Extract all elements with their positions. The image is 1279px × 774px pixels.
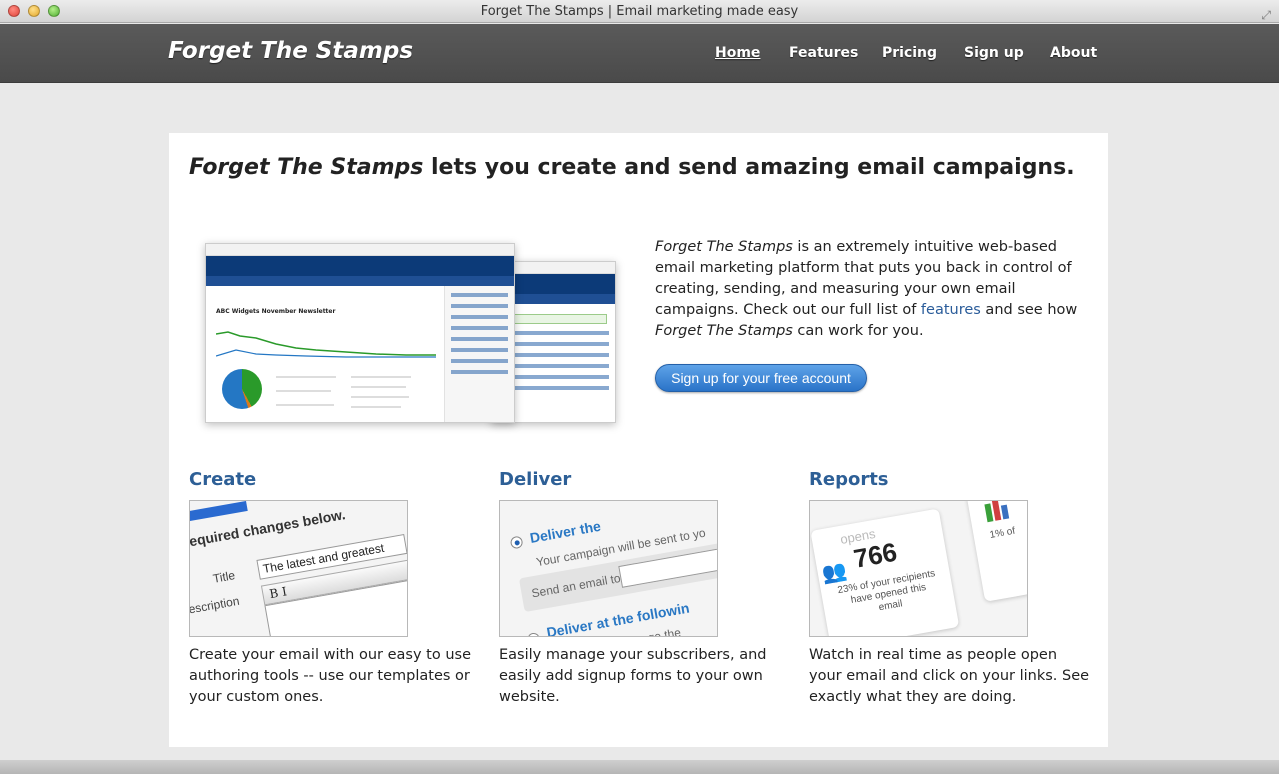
feature-title: Deliver [499,469,572,490]
create-thumbnail: e required changes below. Title The late… [189,500,408,637]
screenshot-title: ABC Widgets November Newsletter [216,308,336,315]
nav-signup[interactable]: Sign up [964,45,1024,61]
window-titlebar: Forget The Stamps | Email marketing made… [0,0,1279,23]
intro-brand: Forget The Stamps [655,239,793,255]
page-headline: Forget The Stamps lets you create and se… [189,155,1075,180]
intro-text: and see how [980,302,1078,318]
nav-features[interactable]: Features [789,45,858,61]
screenshot-line-chart [216,331,436,358]
screenshot-pie-chart [222,369,262,409]
headline-brand: Forget The Stamps [189,155,424,180]
nav-about[interactable]: About [1050,45,1097,61]
thumb-radio-selected [509,535,524,550]
zoom-window-button[interactable] [48,5,60,17]
feature-description: Easily manage your subscribers, and easi… [499,647,767,705]
add-subscribers-graphic [500,314,607,324]
signup-free-account-button[interactable]: Sign up for your free account [655,364,867,392]
headline-text: lets you create and send amazing email c… [423,155,1075,180]
feature-title: Reports [809,469,889,490]
site-navbar: Forget The Stamps Home Features Pricing … [0,24,1279,83]
feature-title: Create [189,469,257,490]
thumb-radio [526,632,541,636]
app-screenshot: ABC Widgets November Newsletter [191,243,631,423]
thumb-option-1: Deliver the [528,517,602,546]
screenshot-front: ABC Widgets November Newsletter [205,243,515,423]
nav-pricing[interactable]: Pricing [882,45,937,61]
close-window-button[interactable] [8,5,20,17]
screenshot-sidebar [444,286,514,422]
feature-deliver: Deliver Deliver the Your campaign will b… [499,469,789,708]
deliver-thumbnail: Deliver the Your campaign will be sent t… [499,500,718,637]
thumb-title-label: Title [211,568,237,586]
intro-brand: Forget The Stamps [655,323,793,339]
features-link[interactable]: features [921,302,981,318]
minimize-window-button[interactable] [28,5,40,17]
nav-home[interactable]: Home [715,45,760,61]
feature-reports: Reports opens 👥 766 23% of your recipien… [809,469,1099,708]
main-content: Forget The Stamps lets you create and se… [169,133,1108,747]
bar-chart-icon [983,501,1010,523]
reports-thumbnail: opens 👥 766 23% of your recipients have … [809,500,1028,637]
window-title: Forget The Stamps | Email marketing made… [480,4,799,19]
feature-create: Create e required changes below. Title T… [189,469,479,708]
intro-text: can work for you. [792,323,924,339]
intro-paragraph: Forget The Stamps is an extremely intuit… [655,237,1095,342]
feature-description: Create your email with our easy to use a… [189,647,471,705]
feature-description: Watch in real time as people open your e… [809,647,1090,705]
people-icon: 👥 [820,559,849,586]
window-controls [8,5,60,17]
site-logo[interactable]: Forget The Stamps [168,38,413,64]
window-bottom-edge [0,760,1279,774]
thumb-description-label: Description [189,593,241,618]
